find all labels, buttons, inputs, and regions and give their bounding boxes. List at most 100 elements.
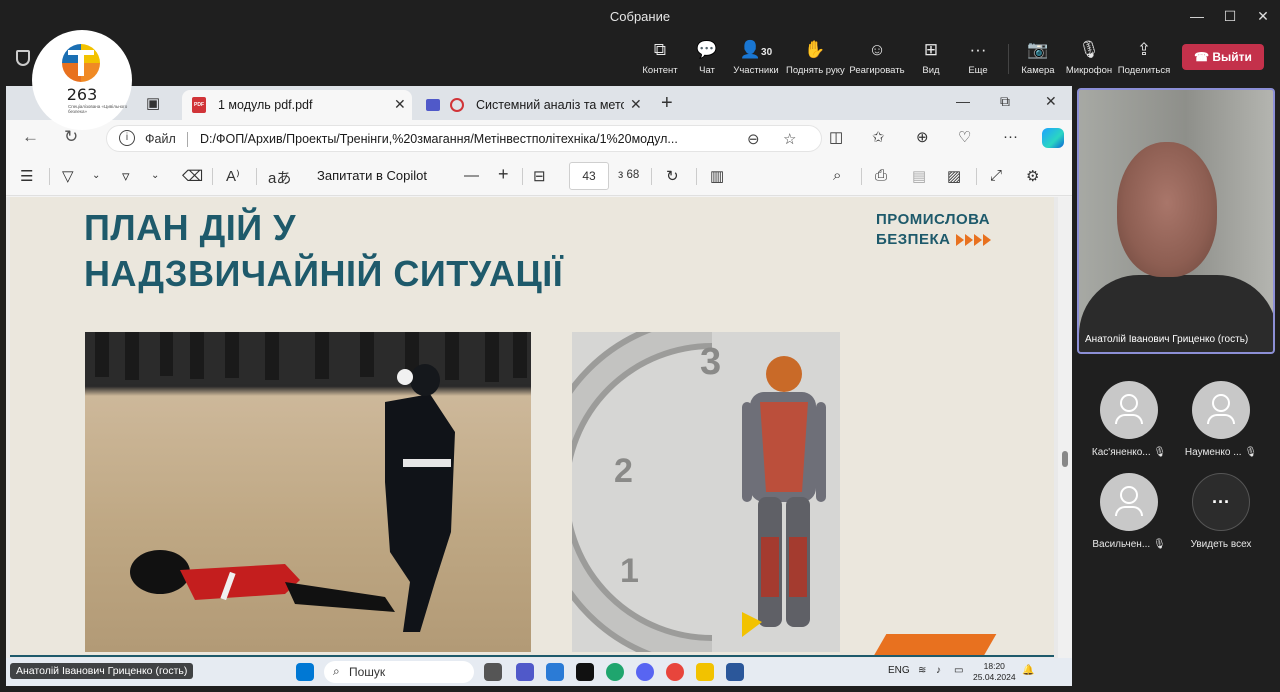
fit-page-icon[interactable]: ⊟ [533,167,546,185]
edge-icon[interactable] [606,663,624,681]
health-icon[interactable]: ♡ [958,128,971,146]
taskbar-search[interactable]: ⌕ Пошук [324,661,474,683]
active-speaker-video[interactable]: Анатолій Іванович Гриценко (гость) [1077,88,1275,354]
url-text[interactable]: D:/ФОП/Архив/Проекты/Тренінги,%20змаганн… [200,132,740,146]
camera-button[interactable]: 📷 Камера [1009,40,1067,76]
pdf-file-icon: PDF [192,97,206,113]
participant-tile[interactable]: Васильчен... 🎙 [1084,473,1174,550]
fullscreen-icon[interactable]: ⤢ [990,167,1002,184]
print-icon[interactable]: ⎙ [875,167,887,184]
raise-hand-button[interactable]: ✋ Поднять руку [786,40,845,76]
browser-minimize-button[interactable]: — [956,93,970,109]
tiktok-icon[interactable] [576,663,594,681]
mic-off-icon: 🎙 [1152,539,1166,550]
share-button[interactable]: ⇪ Поделиться [1115,40,1173,76]
chevron-down-icon[interactable]: ⌄ [151,170,159,181]
minimize-button[interactable]: — [1187,6,1207,26]
file-explorer-icon[interactable] [696,663,714,681]
battery-icon[interactable]: ▭ [954,665,963,676]
info-icon[interactable]: i [119,130,135,146]
close-tab-icon[interactable]: ✕ [630,96,642,113]
url-field[interactable]: i Файл D:/ФОП/Архив/Проекты/Тренінги,%20… [106,125,822,152]
more-button[interactable]: ··· Еще [949,40,1007,76]
tab-system-analysis[interactable]: Системний аналіз та метод ✕ [418,90,648,120]
mic-off-icon: 🎙 [1244,447,1258,458]
see-all-button[interactable]: ··· Увидеть всех [1176,473,1266,550]
svg-text:1: 1 [620,552,639,590]
shield-icon [16,50,30,66]
eraser-icon[interactable]: ⌫ [182,167,203,185]
search-icon: ⌕ [333,664,340,678]
react-icon: ☺ [868,40,886,59]
volume-icon[interactable]: ♪ [936,665,941,676]
page-number-input[interactable]: 43 [569,162,609,190]
search-icon[interactable]: ⌕ [833,167,841,184]
scroll-thumb[interactable] [1062,451,1068,467]
wifi-icon[interactable]: ≋ [918,665,926,676]
chrome-icon[interactable] [666,663,684,681]
logo-number: 263 [66,85,98,104]
speaker-name: Анатолій Іванович Гриценко (гость) [1085,334,1249,345]
tab-actions-icon[interactable]: ▣ [146,94,160,112]
highlight-icon[interactable]: ▽ [62,167,74,185]
zoom-icon[interactable]: ⊖ [747,130,760,148]
browser-close-button[interactable]: ✕ [1045,93,1057,110]
browser-maximize-button[interactable]: ⧉ [1000,93,1010,110]
notification-bell-icon[interactable]: 🔔 [1022,665,1034,676]
participants-button[interactable]: 👤30 Участники [727,40,785,76]
avatar [1100,473,1158,531]
ask-copilot-button[interactable]: Запитати в Copilot [317,168,427,183]
windows-start-icon[interactable] [296,663,314,681]
favorite-star-icon[interactable]: ☆ [783,130,796,148]
rotate-icon[interactable]: ↻ [666,167,679,185]
recording-icon [450,98,464,112]
draw-icon[interactable]: ▿ [122,167,130,185]
browser-menu-icon[interactable]: ··· [1003,128,1018,145]
close-tab-icon[interactable]: ✕ [394,96,406,113]
organization-logo: 263 Спеціалізована «Цивільного безпека» [32,30,132,130]
react-button[interactable]: ☺ Реагировать [848,40,906,76]
blood-circulation-diagram: 3 2 1 [572,332,840,652]
meeting-toolbar: ⧉ Контент 💬 Чат 👤30 Участники ✋ Поднять … [0,32,1280,84]
participant-count: 30 [761,47,773,58]
new-tab-button[interactable]: + [661,92,673,115]
participant-tile[interactable]: Кас'яненко... 🎙 [1084,381,1174,458]
leave-button[interactable]: ☎ Выйти [1182,44,1264,70]
person-icon [1120,394,1138,412]
back-icon[interactable]: ← [22,127,39,147]
zoom-out-button[interactable]: — [464,167,479,184]
system-clock[interactable]: 18:20 25.04.2024 [973,661,1016,683]
task-view-icon[interactable] [484,663,502,681]
save-icon[interactable]: ▤ [912,167,926,185]
maximize-button[interactable]: ☐ [1220,6,1240,26]
split-screen-icon[interactable]: ◫ [829,128,843,146]
avatar [1100,381,1158,439]
copilot-icon[interactable] [1042,128,1064,148]
word-icon[interactable] [726,663,744,681]
tab-pdf[interactable]: PDF 1 модуль pdf.pdf ✕ [182,90,412,120]
teams-icon[interactable] [516,663,534,681]
favorites-icon[interactable]: ✩ [872,128,885,146]
language-indicator[interactable]: ENG [888,665,910,676]
page-total: з 68 [618,169,640,181]
contents-icon[interactable]: ☰ [20,167,33,185]
speaker-figure [1117,142,1217,277]
discord-icon[interactable] [636,663,654,681]
translate-icon[interactable]: aあ [268,167,291,188]
zoom-in-button[interactable]: + [498,164,509,185]
collections-icon[interactable]: ⊕ [916,128,929,146]
mic-off-icon: 🎙 [1153,447,1167,458]
page-view-icon[interactable]: ▥ [710,167,724,185]
read-aloud-icon[interactable]: A⁾ [226,167,240,185]
logo-subtitle: Спеціалізована «Цивільного безпека» [68,104,128,114]
phone-hangup-icon: ☎ [1194,50,1213,64]
store-icon[interactable] [546,663,564,681]
participant-tile[interactable]: Науменко ... 🎙 [1176,381,1266,458]
settings-gear-icon[interactable]: ⚙ [1026,167,1039,185]
save-as-icon[interactable]: ▨ [947,167,961,185]
chevron-down-icon[interactable]: ⌄ [92,170,100,181]
microphone-button[interactable]: 🎙 Микрофон [1060,40,1118,76]
close-button[interactable]: ✕ [1253,6,1273,26]
refresh-icon[interactable]: ↻ [64,127,78,147]
pdf-scrollbar[interactable] [1058,197,1072,686]
